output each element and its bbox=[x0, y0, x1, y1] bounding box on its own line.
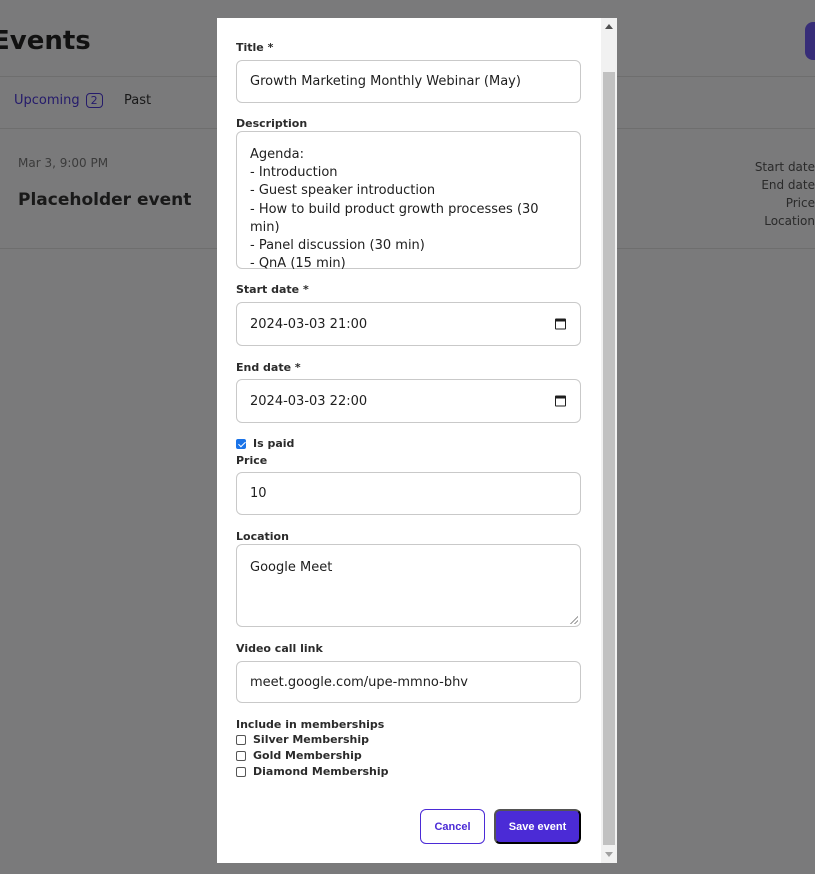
memberships-label: Include in memberships bbox=[236, 718, 385, 731]
save-event-button[interactable]: Save event bbox=[494, 809, 581, 844]
silver-membership-checkbox[interactable] bbox=[236, 734, 246, 745]
title-input[interactable]: Growth Marketing Monthly Webinar (May) bbox=[236, 60, 581, 103]
video-call-link-input[interactable]: meet.google.com/upe-mmno-bhv bbox=[236, 661, 581, 703]
location-textarea[interactable]: Google Meet bbox=[236, 544, 581, 627]
membership-option-diamond[interactable]: Diamond Membership bbox=[236, 765, 389, 778]
gold-membership-label: Gold Membership bbox=[253, 749, 362, 762]
calendar-icon[interactable] bbox=[555, 395, 566, 407]
is-paid-checkbox[interactable] bbox=[236, 438, 246, 449]
price-value: 10 bbox=[250, 486, 267, 501]
scrollbar-thumb[interactable] bbox=[603, 72, 615, 845]
scrollbar[interactable] bbox=[601, 18, 617, 863]
price-input[interactable]: 10 bbox=[236, 472, 581, 515]
location-value: Google Meet bbox=[250, 560, 333, 575]
silver-membership-label: Silver Membership bbox=[253, 733, 369, 746]
gold-membership-checkbox[interactable] bbox=[236, 750, 246, 761]
resize-handle-icon[interactable] bbox=[570, 616, 578, 624]
title-value: Growth Marketing Monthly Webinar (May) bbox=[250, 74, 521, 89]
description-label: Description bbox=[236, 117, 308, 130]
video-call-link-label: Video call link bbox=[236, 642, 323, 655]
end-date-input[interactable]: 2024-03-03 22:00 bbox=[236, 379, 581, 423]
description-value: Agenda: - Introduction - Guest speaker i… bbox=[250, 147, 539, 272]
scroll-up-arrow-icon[interactable] bbox=[605, 24, 613, 29]
calendar-icon[interactable] bbox=[555, 318, 566, 330]
title-label: Title * bbox=[236, 41, 274, 54]
video-call-link-value: meet.google.com/upe-mmno-bhv bbox=[250, 674, 469, 690]
diamond-membership-label: Diamond Membership bbox=[253, 765, 389, 778]
membership-option-silver[interactable]: Silver Membership bbox=[236, 733, 369, 746]
price-label: Price bbox=[236, 454, 268, 467]
membership-option-gold[interactable]: Gold Membership bbox=[236, 749, 362, 762]
end-date-value: 2024-03-03 22:00 bbox=[250, 393, 368, 409]
is-paid-label: Is paid bbox=[253, 437, 295, 450]
start-date-value: 2024-03-03 21:00 bbox=[250, 316, 368, 332]
end-date-label: End date * bbox=[236, 361, 301, 374]
start-date-label: Start date * bbox=[236, 283, 309, 296]
scroll-down-arrow-icon[interactable] bbox=[605, 852, 613, 857]
cancel-button[interactable]: Cancel bbox=[420, 809, 485, 844]
is-paid-checkbox-row[interactable]: Is paid bbox=[236, 437, 294, 450]
start-date-input[interactable]: 2024-03-03 21:00 bbox=[236, 302, 581, 346]
diamond-membership-checkbox[interactable] bbox=[236, 766, 246, 777]
location-label: Location bbox=[236, 530, 289, 543]
description-textarea[interactable]: Agenda: - Introduction - Guest speaker i… bbox=[236, 131, 581, 271]
event-form-modal: Title * Growth Marketing Monthly Webinar… bbox=[217, 18, 617, 863]
